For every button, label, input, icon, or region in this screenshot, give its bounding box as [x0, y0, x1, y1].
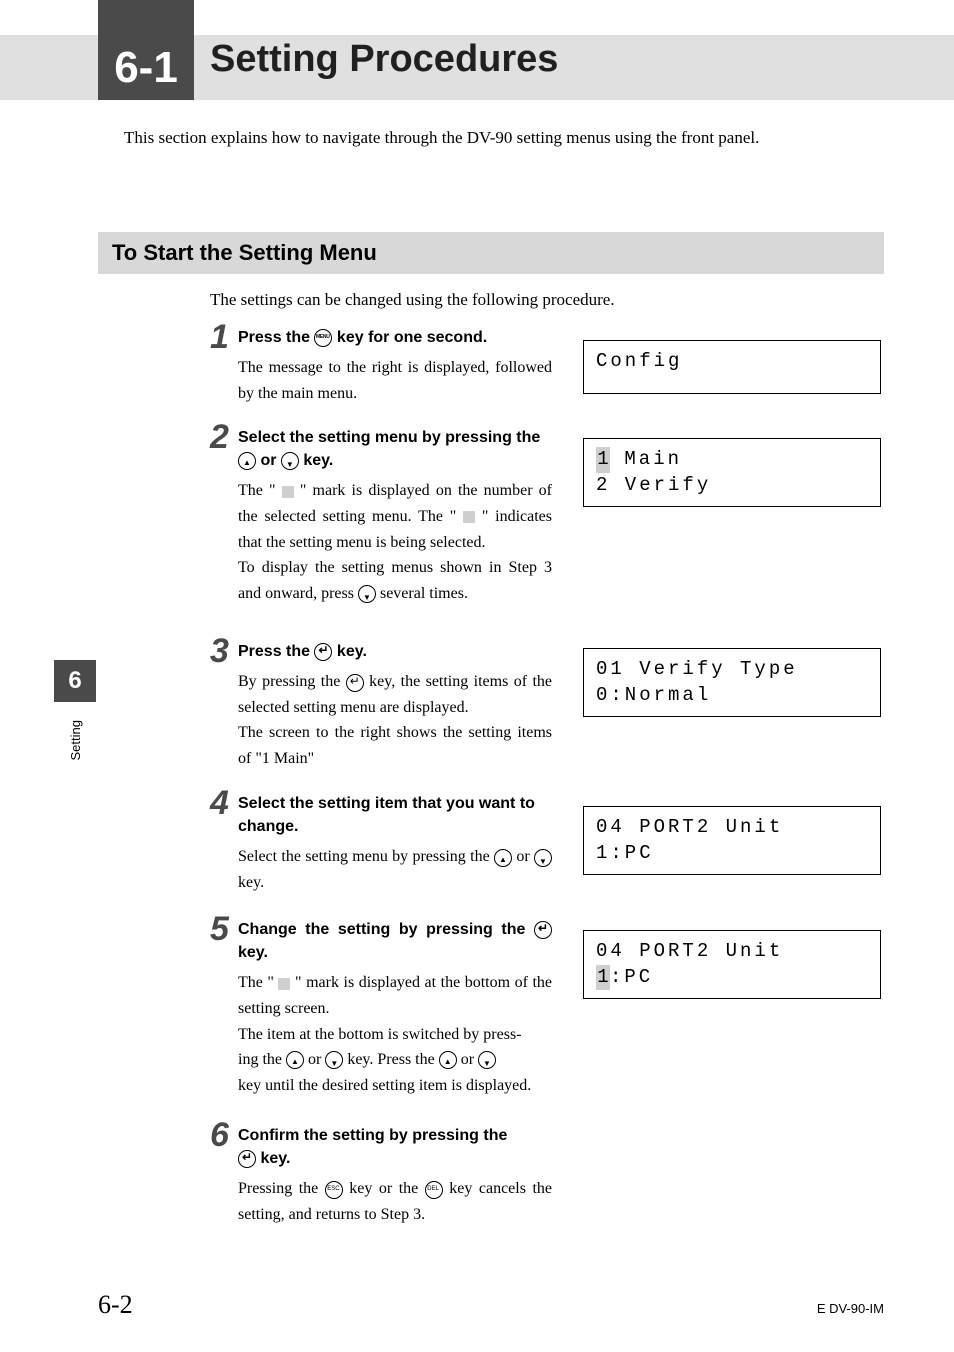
- t: key.: [332, 643, 366, 660]
- display-verify-type: 01 Verify Type 0:Normal: [583, 648, 881, 717]
- chapter-number: 6-1: [98, 35, 194, 100]
- step-title-a: Press the: [238, 329, 314, 346]
- b: Select the setting menu by pressing the: [238, 848, 494, 865]
- line: Main: [610, 448, 682, 470]
- step-number: 3: [210, 632, 229, 671]
- step-body: Select the setting menu by pressing the …: [238, 844, 552, 895]
- b: key.: [238, 874, 264, 891]
- t: key.: [299, 452, 333, 469]
- b: The ": [238, 482, 282, 499]
- step-number: 1: [210, 318, 229, 357]
- step-title: Change the setting by pressing the key.: [238, 918, 552, 964]
- step-title: Select the setting menu by pressing the …: [238, 426, 552, 472]
- highlight-mark-icon: [278, 978, 290, 990]
- t: or: [256, 452, 281, 469]
- up-key-icon: [494, 849, 512, 867]
- line: 2 Verify: [596, 474, 711, 496]
- t: key.: [256, 1150, 290, 1167]
- step-2: 2 Select the setting menu by pressing th…: [210, 426, 552, 606]
- highlight-mark-icon: [282, 486, 294, 498]
- down-key-icon: [281, 452, 299, 470]
- b: or: [512, 848, 534, 865]
- line: 01 Verify Type: [596, 658, 798, 680]
- step-number: 5: [210, 910, 229, 949]
- step-title-b: key for one second.: [332, 329, 487, 346]
- enter-key-icon: [346, 674, 364, 692]
- b: key. Press the: [343, 1051, 438, 1068]
- step-number: 2: [210, 418, 229, 457]
- enter-key-icon: [238, 1150, 256, 1168]
- side-chapter-tab: 6: [54, 660, 96, 702]
- step-body: The " " mark is displayed on the number …: [238, 478, 552, 606]
- display-port2-unit: 04 PORT2 Unit 1:PC: [583, 806, 881, 875]
- line: :PC: [610, 966, 653, 988]
- highlight-mark-icon: [463, 511, 475, 523]
- t: Change the setting by pressing the: [238, 921, 534, 938]
- step-number: 6: [210, 1116, 229, 1155]
- b: The ": [238, 974, 278, 991]
- side-chapter-label: Setting: [68, 720, 83, 760]
- enter-key-icon: [534, 921, 552, 939]
- esc-key-icon: [325, 1181, 343, 1199]
- step-1: 1 Press the key for one second. The mess…: [210, 326, 552, 406]
- del-key-icon: [425, 1181, 443, 1199]
- step-title: Press the key.: [238, 640, 552, 663]
- line: 04 PORT2 Unit: [596, 816, 783, 838]
- step-6: 6 Confirm the setting by pressing the ke…: [210, 1124, 552, 1228]
- down-key-icon: [358, 585, 376, 603]
- menu-key-icon: [314, 329, 332, 347]
- up-key-icon: [238, 452, 256, 470]
- step-title: Select the setting item that you want to…: [238, 792, 552, 838]
- b: several times.: [376, 585, 468, 602]
- b: By pressing the: [238, 673, 346, 690]
- section-intro: The settings can be changed using the fo…: [210, 290, 615, 310]
- step-title: Press the key for one second.: [238, 326, 552, 349]
- step-body: Pressing the key or the key cancels the …: [238, 1176, 552, 1227]
- step-body: The " " mark is displayed at the bottom …: [238, 970, 552, 1098]
- hl: 1: [596, 447, 610, 473]
- t: key.: [238, 944, 268, 961]
- line: 1:PC: [596, 842, 654, 864]
- header-tab-block: [98, 0, 194, 35]
- step-5: 5 Change the setting by pressing the key…: [210, 918, 552, 1098]
- b: ing the: [238, 1051, 286, 1068]
- chapter-title: Setting Procedures: [210, 38, 558, 81]
- t: Press the: [238, 643, 314, 660]
- section-header: To Start the Setting Menu: [98, 232, 884, 274]
- b: The screen to the right shows the settin…: [238, 724, 552, 767]
- b: or: [304, 1051, 325, 1068]
- page-number: 6-2: [98, 1290, 133, 1320]
- step-4: 4 Select the setting item that you want …: [210, 792, 552, 896]
- display-port2-unit-edit: 04 PORT2 Unit 1:PC: [583, 930, 881, 999]
- step-body: By pressing the key, the setting items o…: [238, 669, 552, 771]
- display-main-verify: 1 Main 2 Verify: [583, 438, 881, 507]
- line: 04 PORT2 Unit: [596, 940, 783, 962]
- down-key-icon: [325, 1051, 343, 1069]
- down-key-icon: [534, 849, 552, 867]
- up-key-icon: [439, 1051, 457, 1069]
- hl: 1: [596, 965, 610, 991]
- display-text: Config: [596, 350, 682, 372]
- intro-text: This section explains how to navigate th…: [124, 128, 759, 148]
- line: 0:Normal: [596, 684, 711, 706]
- step-3: 3 Press the key. By pressing the key, th…: [210, 640, 552, 772]
- step-number: 4: [210, 784, 229, 823]
- step-title: Confirm the setting by pressing the key.: [238, 1124, 552, 1170]
- b: The item at the bottom is switched by pr…: [238, 1026, 522, 1043]
- display-config: Config: [583, 340, 881, 394]
- up-key-icon: [286, 1051, 304, 1069]
- t: Select the setting menu by pressing the: [238, 429, 540, 446]
- enter-key-icon: [314, 643, 332, 661]
- b: or: [457, 1051, 478, 1068]
- step-body: The message to the right is displayed, f…: [238, 355, 552, 406]
- b: Pressing the: [238, 1180, 325, 1197]
- t: Confirm the setting by pressing the: [238, 1127, 507, 1144]
- b: key or the: [343, 1180, 425, 1197]
- document-code: E DV-90-IM: [817, 1301, 884, 1316]
- b: key until the desired setting item is di…: [238, 1077, 531, 1094]
- down-key-icon: [478, 1051, 496, 1069]
